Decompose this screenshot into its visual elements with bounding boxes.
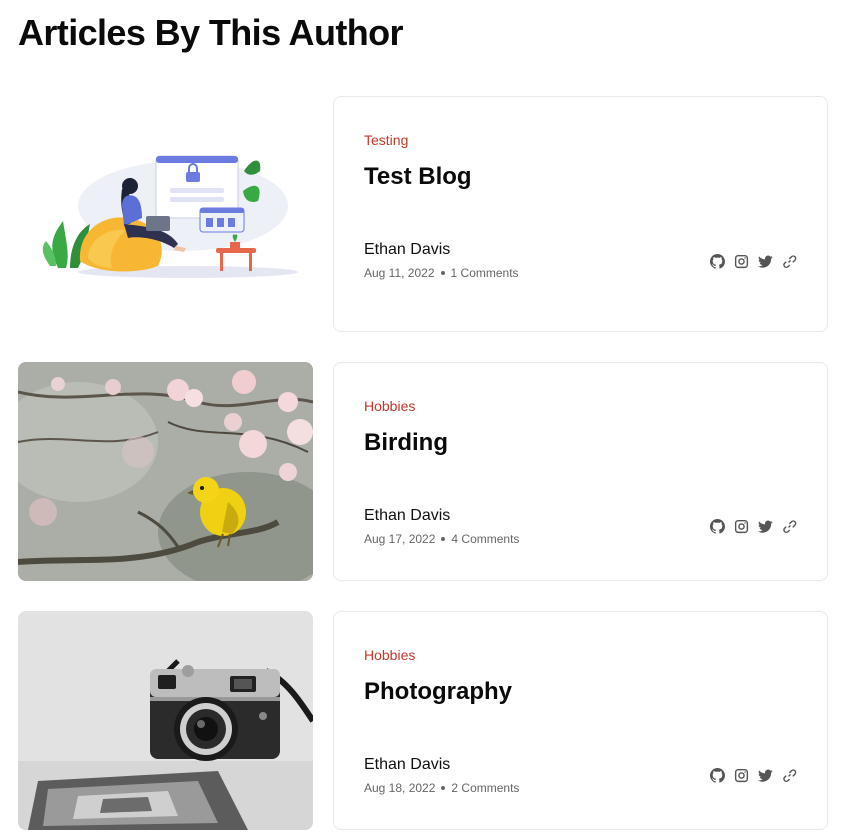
github-icon[interactable] — [709, 253, 725, 269]
author-social-links — [709, 518, 797, 534]
page-title: Articles By This Author — [18, 12, 404, 53]
article-image-illustration[interactable] — [18, 96, 313, 332]
article-category[interactable]: Hobbies — [364, 647, 415, 663]
instagram-icon[interactable] — [733, 518, 749, 534]
article-image-camera-photo[interactable] — [18, 611, 313, 830]
link-icon[interactable] — [781, 767, 797, 783]
article-meta: Aug 11, 2022 1 Comments — [364, 266, 519, 280]
article-date: Aug 17, 2022 — [364, 532, 436, 546]
twitter-icon[interactable] — [757, 253, 773, 269]
article-title[interactable]: Test Blog — [364, 163, 472, 191]
instagram-icon[interactable] — [733, 253, 749, 269]
article-comments[interactable]: 4 Comments — [451, 532, 519, 546]
article-category[interactable]: Hobbies — [364, 398, 415, 414]
article-category[interactable]: Testing — [364, 132, 408, 148]
meta-separator — [441, 537, 446, 541]
link-icon[interactable] — [781, 518, 797, 534]
article-meta: Aug 17, 2022 4 Comments — [364, 532, 519, 546]
article-content-card: Hobbies Birding Ethan Davis Aug 17, 2022… — [333, 362, 828, 581]
article-title[interactable]: Photography — [364, 678, 512, 706]
link-icon[interactable] — [781, 253, 797, 269]
article-date: Aug 18, 2022 — [364, 781, 436, 795]
github-icon[interactable] — [709, 518, 725, 534]
article-comments[interactable]: 1 Comments — [451, 266, 519, 280]
article-author[interactable]: Ethan Davis — [364, 507, 450, 525]
github-icon[interactable] — [709, 767, 725, 783]
article-author[interactable]: Ethan Davis — [364, 241, 450, 259]
meta-separator — [440, 271, 445, 275]
article-date: Aug 11, 2022 — [364, 266, 435, 280]
article-card-birding: Hobbies Birding Ethan Davis Aug 17, 2022… — [18, 362, 828, 581]
instagram-icon[interactable] — [733, 767, 749, 783]
article-card-photography: Hobbies Photography Ethan Davis Aug 18, … — [18, 611, 828, 830]
article-card-test-blog: Testing Test Blog Ethan Davis Aug 11, 20… — [18, 96, 828, 332]
author-social-links — [709, 253, 797, 269]
article-content-card: Hobbies Photography Ethan Davis Aug 18, … — [333, 611, 828, 830]
author-social-links — [709, 767, 797, 783]
article-author[interactable]: Ethan Davis — [364, 756, 450, 774]
article-content-card: Testing Test Blog Ethan Davis Aug 11, 20… — [333, 96, 828, 332]
twitter-icon[interactable] — [757, 767, 773, 783]
twitter-icon[interactable] — [757, 518, 773, 534]
meta-separator — [441, 786, 446, 790]
article-meta: Aug 18, 2022 2 Comments — [364, 781, 519, 795]
article-image-bird-photo[interactable] — [18, 362, 313, 581]
article-comments[interactable]: 2 Comments — [451, 781, 519, 795]
article-title[interactable]: Birding — [364, 429, 448, 457]
